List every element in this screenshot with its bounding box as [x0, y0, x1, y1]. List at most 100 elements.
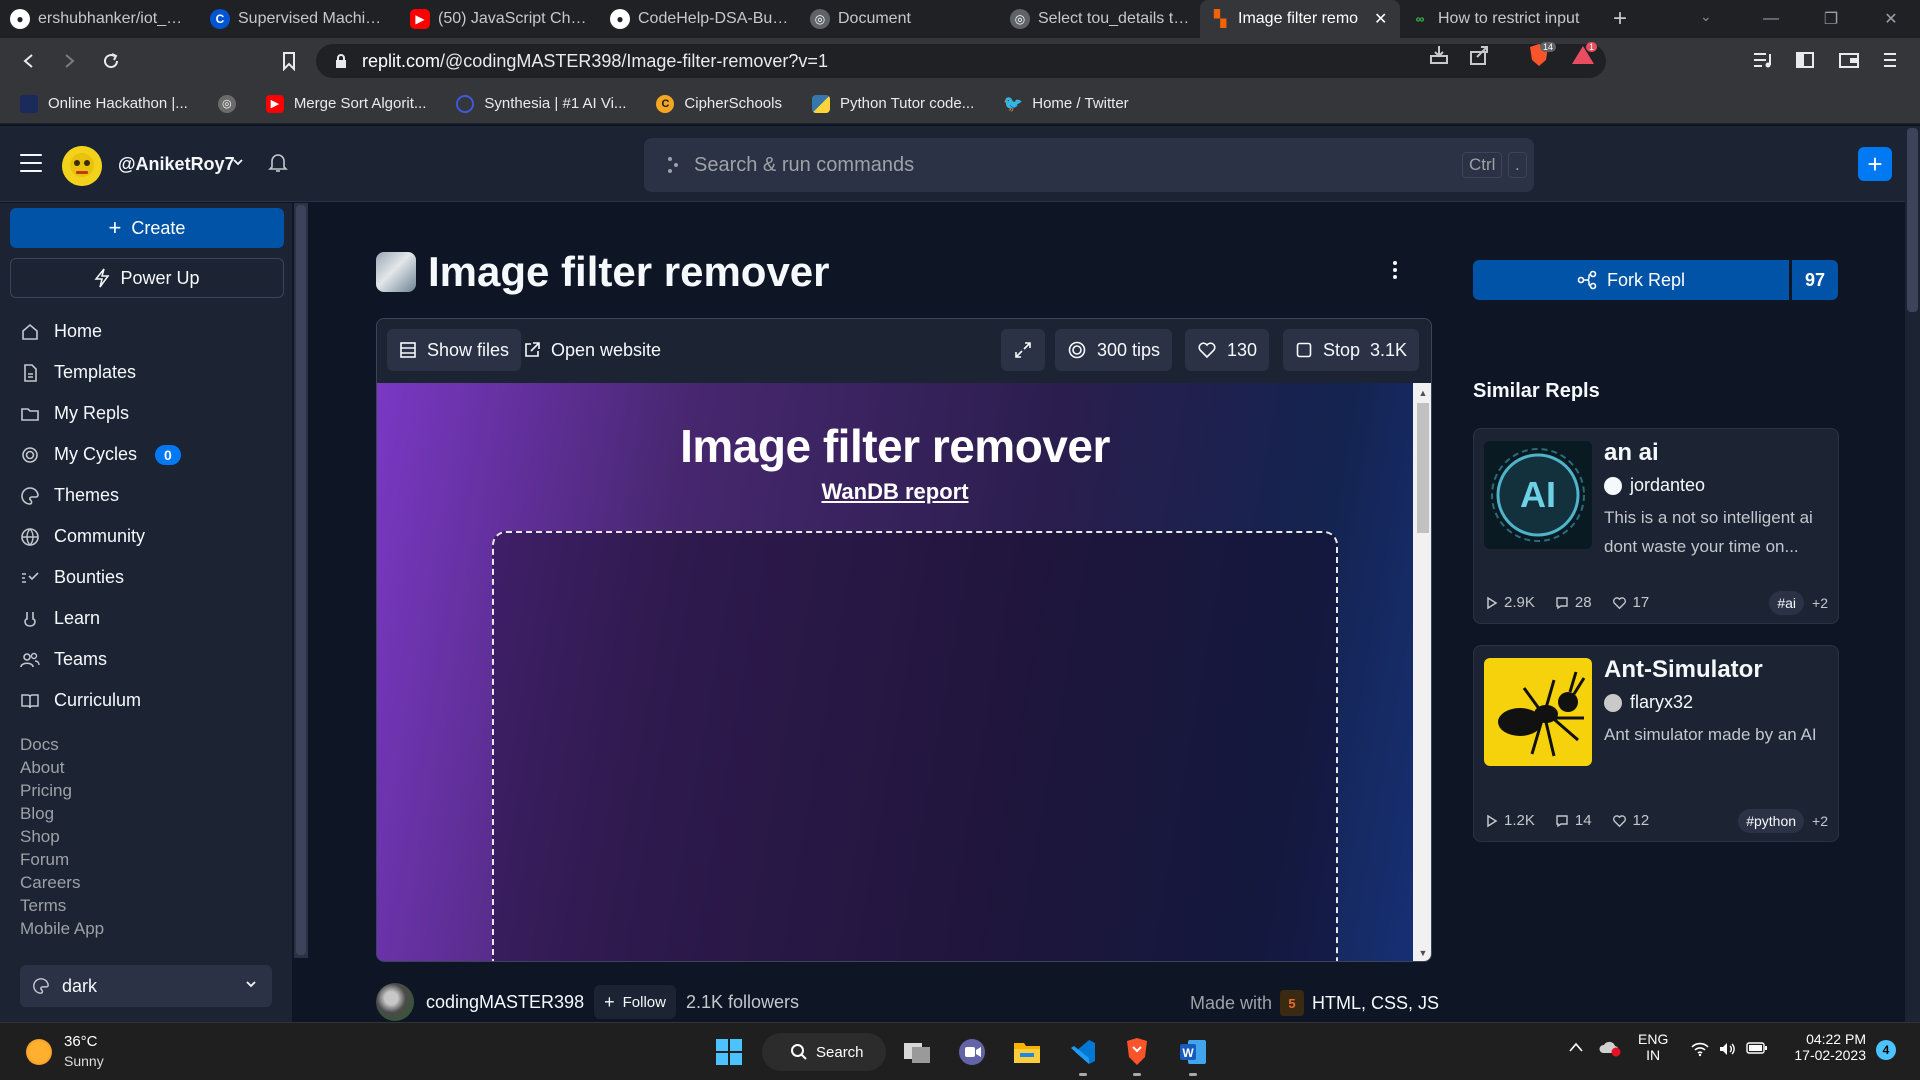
similar-repl-card[interactable]: Ant-Simulator flaryx32 Ant simulator mad… [1473, 645, 1839, 842]
menu-icon[interactable] [1882, 50, 1898, 70]
windows-start-icon[interactable] [712, 1035, 746, 1069]
bookmark-item[interactable]: Synthesia | #1 AI Vi... [456, 94, 626, 113]
tab-search-chevron-icon[interactable]: ⌄ [1700, 8, 1712, 25]
scroll-down-arrow-icon[interactable]: ▼ [1417, 947, 1429, 959]
browser-tab[interactable]: ● ershubhanker/iot_dev [0, 0, 200, 38]
taskbar-search[interactable]: Search [762, 1033, 886, 1071]
browser-tab[interactable]: ∞ How to restrict input [1400, 0, 1600, 38]
command-search-bar[interactable]: Search & run commands Ctrl . [644, 138, 1534, 192]
similar-repl-card[interactable]: AI an ai jordanteo This is a not so inte… [1473, 428, 1839, 624]
bookmark-icon[interactable] [276, 48, 302, 74]
create-plus-button[interactable]: + [1858, 147, 1892, 181]
sidebar-item-curriculum[interactable]: Curriculum [20, 680, 284, 721]
page-scrollbar-thumb[interactable] [1907, 128, 1918, 312]
chevron-up-icon[interactable] [1568, 1041, 1584, 1053]
close-tab-icon[interactable]: ✕ [1374, 9, 1390, 29]
username[interactable]: @AniketRoy7 [118, 154, 235, 175]
volume-icon[interactable] [1718, 1041, 1738, 1057]
footer-link-mobile-app[interactable]: Mobile App [20, 919, 104, 942]
back-arrow-icon[interactable] [16, 48, 42, 74]
sidebar-item-home[interactable]: Home [20, 311, 284, 352]
create-button[interactable]: + Create [10, 208, 284, 248]
follow-button[interactable]: + Follow [594, 985, 676, 1019]
hamburger-menu-icon[interactable] [20, 154, 42, 172]
tag-pill[interactable]: #python [1738, 809, 1805, 833]
tag-pill[interactable]: #ai [1769, 591, 1805, 615]
close-window-button[interactable]: ✕ [1868, 0, 1914, 38]
sidebar-item-community[interactable]: Community [20, 516, 284, 557]
tips-button[interactable]: 300 tips [1055, 329, 1173, 371]
install-app-icon[interactable] [1428, 44, 1450, 66]
onedrive-icon[interactable] [1598, 1039, 1622, 1057]
forward-arrow-icon[interactable] [56, 48, 82, 74]
sidebar-toggle-icon[interactable] [1795, 50, 1815, 70]
wallet-icon[interactable] [1838, 50, 1860, 70]
avatar[interactable] [62, 146, 102, 186]
weather-description[interactable]: Sunny [64, 1053, 104, 1069]
bookmark-item[interactable]: 🐦 Home / Twitter [1003, 95, 1128, 113]
sidebar-scrollbar-thumb[interactable] [296, 205, 306, 955]
browser-tab[interactable]: C Supervised Machine L [200, 0, 400, 38]
language-indicator[interactable]: ENG IN [1638, 1031, 1668, 1063]
new-tab-button[interactable]: + [1600, 0, 1640, 38]
footer-link-pricing[interactable]: Pricing [20, 781, 104, 804]
notification-badge[interactable]: 4 [1876, 1040, 1896, 1060]
show-files-button[interactable]: Show files [387, 329, 522, 371]
url-omnibox[interactable]: replit.com/@codingMASTER398/Image-filter… [316, 44, 1606, 78]
playlist-icon[interactable] [1752, 50, 1774, 70]
theme-select[interactable]: dark [20, 965, 272, 1007]
footer-link-blog[interactable]: Blog [20, 804, 104, 827]
footer-link-careers[interactable]: Careers [20, 873, 104, 896]
bookmark-item[interactable]: Python Tutor code... [811, 94, 974, 113]
brave-rewards-icon[interactable]: 1 [1570, 42, 1598, 68]
minimize-window-button[interactable]: — [1748, 0, 1794, 38]
sidebar-item-themes[interactable]: Themes [20, 475, 284, 516]
restore-window-button[interactable]: ❐ [1808, 0, 1854, 38]
open-website-button[interactable]: Open website [511, 329, 673, 371]
fork-repl-button[interactable]: Fork Repl [1473, 260, 1789, 300]
word-icon[interactable]: W [1176, 1035, 1210, 1069]
stop-button[interactable]: Stop 3.1K [1283, 329, 1420, 371]
fullscreen-button[interactable] [1001, 329, 1045, 371]
card-author[interactable]: jordanteo [1604, 475, 1705, 496]
task-view-icon[interactable] [900, 1035, 934, 1069]
footer-link-about[interactable]: About [20, 758, 104, 781]
brave-browser-icon[interactable] [1120, 1035, 1154, 1069]
webview-scrollbar-thumb[interactable] [1417, 403, 1429, 533]
sidebar-item-templates[interactable]: Templates [20, 352, 284, 393]
wandb-report-link[interactable]: WanDB report [377, 479, 1413, 505]
weather-temperature[interactable]: 36°C [64, 1033, 98, 1050]
sidebar-item-my-cycles[interactable]: My Cycles 0 [20, 434, 284, 475]
card-author[interactable]: flaryx32 [1604, 692, 1693, 713]
browser-tab[interactable]: ● CodeHelp-DSA-Buste [600, 0, 800, 38]
bookmark-item[interactable]: ▶ Merge Sort Algorit... [265, 94, 426, 113]
author-name[interactable]: codingMASTER398 [426, 992, 584, 1013]
clock[interactable]: 04:22 PM 17-02-2023 [1788, 1031, 1866, 1063]
battery-icon[interactable] [1746, 1041, 1768, 1055]
footer-link-terms[interactable]: Terms [20, 896, 104, 919]
share-icon[interactable] [1468, 44, 1490, 66]
file-explorer-icon[interactable] [1010, 1035, 1044, 1069]
sidebar-item-bounties[interactable]: Bounties [20, 557, 284, 598]
teams-chat-icon[interactable] [955, 1035, 989, 1069]
bookmark-item[interactable]: Online Hackathon |... [20, 94, 188, 113]
sidebar-item-my-repls[interactable]: My Repls [20, 393, 284, 434]
bell-icon[interactable] [268, 152, 288, 174]
reload-icon[interactable] [98, 48, 124, 74]
footer-link-shop[interactable]: Shop [20, 827, 104, 850]
bookmark-item[interactable]: C CipherSchools [656, 94, 782, 113]
scroll-up-arrow-icon[interactable]: ▲ [1417, 387, 1429, 399]
wifi-icon[interactable] [1690, 1041, 1710, 1057]
browser-tab[interactable]: ◎ Document [800, 0, 1000, 38]
browser-tab-active[interactable]: ▚ Image filter remo ✕ [1200, 0, 1400, 38]
bookmark-item[interactable]: ◎ [217, 94, 236, 113]
sidebar-item-learn[interactable]: Learn [20, 598, 284, 639]
like-button[interactable]: 130 [1185, 329, 1270, 371]
vscode-icon[interactable] [1066, 1035, 1100, 1069]
sidebar-item-teams[interactable]: Teams [20, 639, 284, 680]
browser-tab[interactable]: ◎ Select tou_details to c [1000, 0, 1200, 38]
power-up-button[interactable]: Power Up [10, 258, 284, 298]
more-options-icon[interactable] [1392, 260, 1398, 280]
brave-shields-icon[interactable]: 14 [1526, 42, 1557, 68]
footer-link-forum[interactable]: Forum [20, 850, 104, 873]
